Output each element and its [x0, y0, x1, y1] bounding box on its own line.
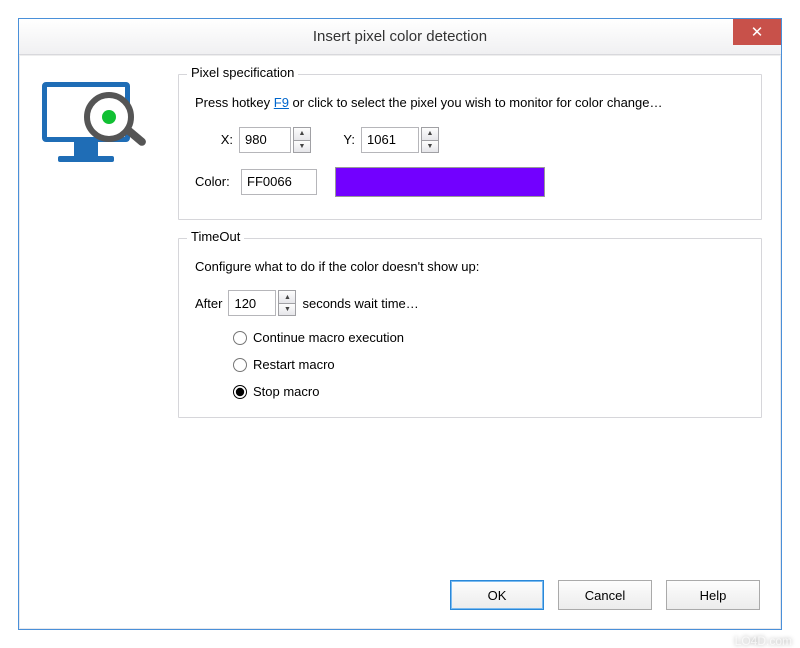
y-spin-down[interactable]: ▼ — [421, 140, 439, 153]
watermark: LO4D.com — [735, 634, 792, 648]
radio-continue-input[interactable] — [233, 331, 247, 345]
radio-stop[interactable]: Stop macro — [233, 384, 745, 399]
radio-stop-input[interactable] — [233, 385, 247, 399]
titlebar[interactable]: Insert pixel color detection ✕ — [19, 19, 781, 55]
pixel-monitor-icon — [42, 82, 142, 170]
x-label: X: — [215, 132, 233, 147]
y-input[interactable] — [361, 127, 419, 153]
x-spin-up[interactable]: ▲ — [293, 127, 311, 140]
close-button[interactable]: ✕ — [733, 19, 781, 45]
client-area: Pixel specification Press hotkey F9 or c… — [19, 55, 781, 629]
cancel-button[interactable]: Cancel — [558, 580, 652, 610]
y-spinner: ▲ ▼ — [361, 127, 439, 153]
color-input[interactable] — [241, 169, 317, 195]
timeout-title: TimeOut — [187, 229, 244, 244]
radio-continue-label: Continue macro execution — [253, 330, 404, 345]
seconds-spin-up[interactable]: ▲ — [278, 290, 296, 303]
pixel-specification-group: Pixel specification Press hotkey F9 or c… — [178, 74, 762, 220]
color-row: Color: — [195, 167, 745, 197]
button-row: OK Cancel Help — [178, 580, 762, 614]
after-row: After ▲ ▼ seconds wait time… — [195, 290, 745, 316]
window-title: Insert pixel color detection — [19, 28, 781, 45]
ok-button[interactable]: OK — [450, 580, 544, 610]
close-icon: ✕ — [751, 23, 764, 41]
after-label: After — [195, 296, 222, 311]
color-swatch[interactable] — [335, 167, 545, 197]
dialog-window: Insert pixel color detection ✕ Pixel spe… — [18, 18, 782, 630]
seconds-spinner: ▲ ▼ — [228, 290, 296, 316]
timeout-desc: Configure what to do if the color doesn'… — [195, 257, 745, 277]
x-spin-down[interactable]: ▼ — [293, 140, 311, 153]
radio-restart-input[interactable] — [233, 358, 247, 372]
y-label: Y: — [337, 132, 355, 147]
seconds-input[interactable] — [228, 290, 276, 316]
hotkey-link[interactable]: F9 — [274, 95, 289, 110]
y-spin-up[interactable]: ▲ — [421, 127, 439, 140]
radio-continue[interactable]: Continue macro execution — [233, 330, 745, 345]
help-button[interactable]: Help — [666, 580, 760, 610]
pixel-spec-title: Pixel specification — [187, 65, 298, 80]
right-column: Pixel specification Press hotkey F9 or c… — [178, 74, 762, 614]
pixel-spec-desc: Press hotkey F9 or click to select the p… — [195, 93, 745, 113]
radio-restart[interactable]: Restart macro — [233, 357, 745, 372]
radio-stop-label: Stop macro — [253, 384, 319, 399]
timeout-options: Continue macro execution Restart macro S… — [233, 330, 745, 399]
timeout-group: TimeOut Configure what to do if the colo… — [178, 238, 762, 419]
xy-row: X: ▲ ▼ Y: ▲ ▼ — [215, 127, 745, 153]
seconds-spin-down[interactable]: ▼ — [278, 303, 296, 316]
radio-restart-label: Restart macro — [253, 357, 335, 372]
x-spinner: ▲ ▼ — [239, 127, 311, 153]
left-column — [38, 74, 178, 614]
color-label: Color: — [195, 174, 235, 189]
x-input[interactable] — [239, 127, 291, 153]
seconds-suffix: seconds wait time… — [302, 296, 418, 311]
